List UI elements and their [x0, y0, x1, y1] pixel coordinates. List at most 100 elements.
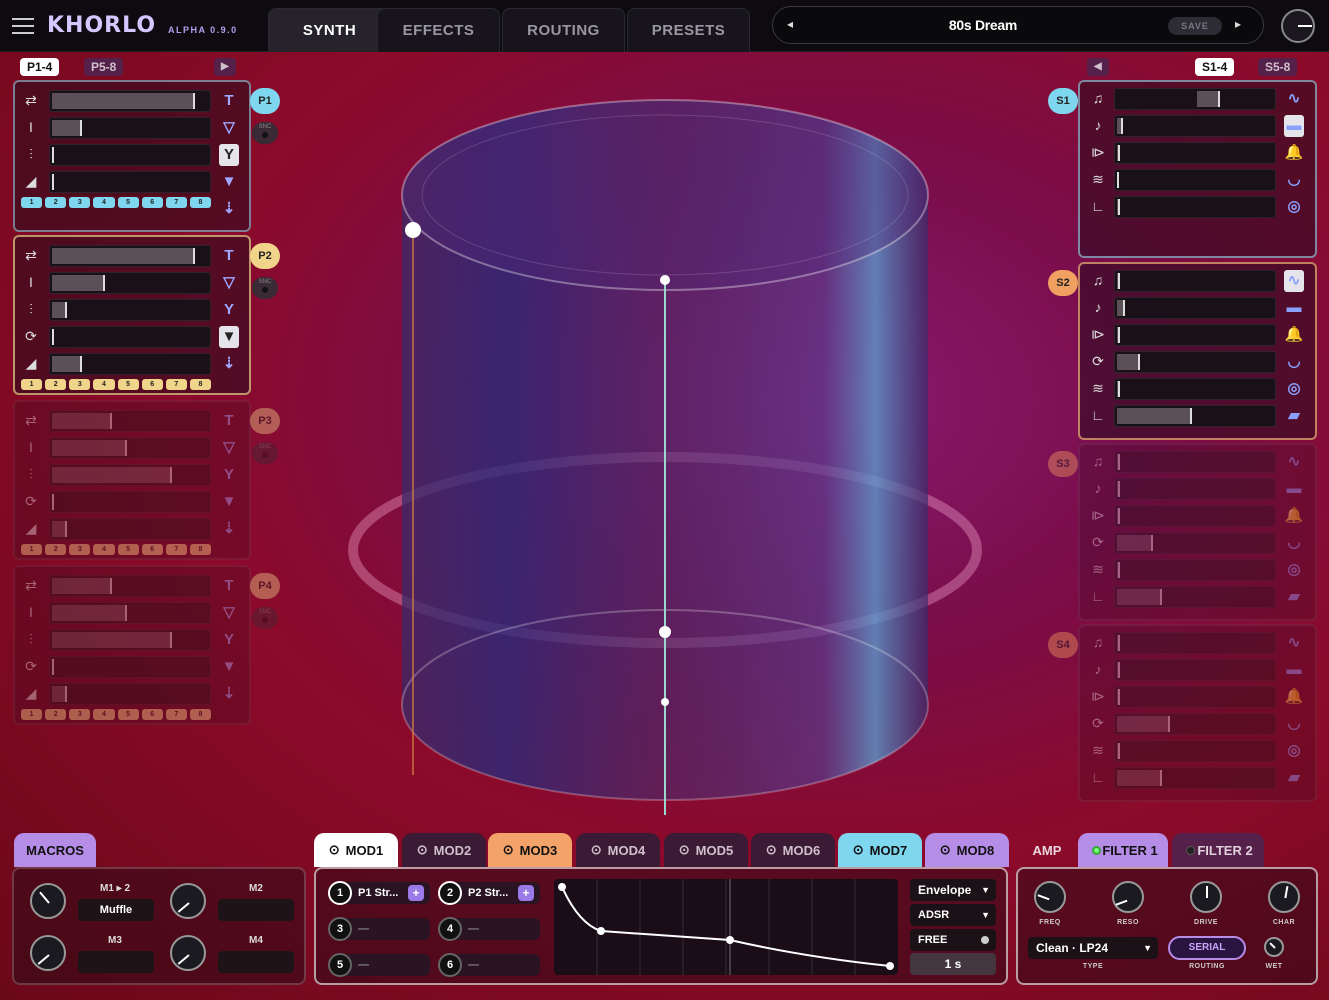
oscillator-marker[interactable]	[405, 222, 421, 238]
param-slider[interactable]	[49, 575, 211, 597]
param-slider[interactable]	[1114, 686, 1276, 708]
playback-mode-icon[interactable]: ▬	[1284, 478, 1304, 500]
sync-toggle[interactable]: SNC	[252, 277, 278, 299]
step-button[interactable]: 7	[165, 197, 187, 208]
step-button[interactable]: 7	[165, 709, 187, 720]
tab-mod-1[interactable]: ⊙ MOD1	[314, 833, 398, 867]
voice-mode-icon[interactable]: ⇣	[219, 198, 239, 220]
oscillator-badge[interactable]: P1	[250, 88, 280, 114]
mod-target-slot[interactable]: 3—	[328, 917, 430, 941]
voice-mode-icon[interactable]: ⇣	[219, 683, 239, 705]
param-slider[interactable]	[49, 245, 211, 267]
param-slider[interactable]	[1114, 324, 1276, 346]
filter-2-power-icon[interactable]	[1186, 846, 1195, 855]
prev-group-icon[interactable]: ◀	[1087, 58, 1109, 76]
param-slider[interactable]	[1114, 586, 1276, 608]
playback-mode-icon[interactable]: ∿	[1284, 451, 1304, 473]
drive-knob[interactable]	[1190, 881, 1222, 913]
add-target-icon[interactable]: +	[518, 885, 534, 901]
step-sequence[interactable]: 12345678	[21, 379, 211, 391]
tab-mod-5[interactable]: ⊙ MOD5	[664, 833, 748, 867]
param-slider[interactable]	[49, 491, 211, 513]
tab-mod-3[interactable]: ⊙ MOD3	[488, 833, 572, 867]
playback-mode-icon[interactable]: ▰	[1284, 405, 1304, 427]
playback-mode-icon[interactable]: ▰	[1284, 767, 1304, 789]
step-button[interactable]: 8	[189, 544, 211, 555]
sampler-badge[interactable]: S3	[1048, 451, 1078, 477]
macro-1-value[interactable]: Muffle	[78, 899, 154, 921]
macro-1-knob[interactable]	[30, 883, 66, 919]
playback-mode-icon[interactable]: ∿	[1284, 632, 1304, 654]
param-slider[interactable]	[1114, 297, 1276, 319]
step-button[interactable]: 5	[117, 709, 139, 720]
param-slider[interactable]	[49, 90, 211, 112]
param-slider[interactable]	[1114, 378, 1276, 400]
voice-mode-icon[interactable]: Y	[219, 464, 239, 486]
playback-mode-icon[interactable]: ◡	[1284, 532, 1304, 554]
step-button[interactable]: 2	[45, 197, 67, 208]
playback-mode-icon[interactable]: ▬	[1284, 297, 1304, 319]
param-slider[interactable]	[1114, 169, 1276, 191]
voice-mode-icon[interactable]: ▽	[219, 437, 239, 459]
mod-target-slot[interactable]: 1 P1 Str... +	[328, 881, 430, 905]
mod-time-field[interactable]: 1 s	[910, 953, 996, 975]
step-button[interactable]: 8	[189, 709, 211, 720]
oscillator-badge[interactable]: P4	[250, 573, 280, 599]
step-sequence[interactable]: 12345678	[21, 544, 211, 556]
menu-icon[interactable]	[12, 18, 34, 34]
playback-mode-icon[interactable]: ◡	[1284, 169, 1304, 191]
step-button[interactable]: 5	[117, 379, 139, 390]
param-slider[interactable]	[1114, 505, 1276, 527]
voice-mode-icon[interactable]: ⇣	[219, 518, 239, 540]
sync-toggle[interactable]: SNC	[252, 442, 278, 464]
tab-presets[interactable]: PRESETS	[627, 8, 750, 52]
step-button[interactable]: 5	[117, 544, 139, 555]
step-button[interactable]: 1	[21, 709, 43, 720]
tab-mod-4[interactable]: ⊙ MOD4	[576, 833, 660, 867]
step-button[interactable]: 4	[93, 544, 115, 555]
param-slider[interactable]	[1114, 767, 1276, 789]
step-button[interactable]: 3	[69, 197, 91, 208]
param-slider[interactable]	[1114, 740, 1276, 762]
next-preset-icon[interactable]: ▸	[1235, 17, 1241, 31]
filter-type-select[interactable]: Clean · LP24 ▼	[1028, 937, 1158, 959]
step-button[interactable]: 4	[93, 709, 115, 720]
param-slider[interactable]	[1114, 88, 1276, 110]
tab-mod-2[interactable]: ⊙ MOD2	[402, 833, 486, 867]
step-button[interactable]: 6	[141, 197, 163, 208]
mod-target-slot[interactable]: 4—	[438, 917, 540, 941]
param-slider[interactable]	[1114, 659, 1276, 681]
voice-mode-icon[interactable]: Y	[219, 629, 239, 651]
group-tab-p5-8[interactable]: P5-8	[84, 58, 124, 76]
param-slider[interactable]	[1114, 451, 1276, 473]
tab-mod-7[interactable]: ⊙ MOD7	[838, 833, 922, 867]
group-tab-s5-8[interactable]: S5-8	[1258, 58, 1298, 76]
param-slider[interactable]	[49, 353, 211, 375]
param-slider[interactable]	[1114, 713, 1276, 735]
mod-target-slot[interactable]: 2 P2 Str... +	[438, 881, 540, 905]
param-slider[interactable]	[49, 518, 211, 540]
step-button[interactable]: 1	[21, 544, 43, 555]
tab-mod-8[interactable]: ⊙ MOD8	[925, 833, 1009, 867]
param-slider[interactable]	[49, 437, 211, 459]
voice-mode-icon[interactable]: ▼	[219, 491, 239, 513]
step-button[interactable]: 1	[21, 197, 43, 208]
oscillator-badge[interactable]: P2	[250, 243, 280, 269]
param-slider[interactable]	[1114, 632, 1276, 654]
step-button[interactable]: 6	[141, 709, 163, 720]
mod-target-slot[interactable]: 5—	[328, 953, 430, 977]
voice-mode-icon[interactable]: T	[219, 90, 239, 112]
tab-mod-6[interactable]: ⊙ MOD6	[751, 833, 835, 867]
step-button[interactable]: 8	[189, 379, 211, 390]
filter-1-power-icon[interactable]	[1092, 846, 1101, 855]
macro-2-value[interactable]	[218, 899, 294, 921]
macro-4-value[interactable]	[218, 951, 294, 973]
playback-mode-icon[interactable]: ∿	[1284, 270, 1304, 292]
voice-mode-icon[interactable]: ▼	[219, 656, 239, 678]
step-button[interactable]: 3	[69, 709, 91, 720]
step-button[interactable]: 8	[189, 197, 211, 208]
macro-2-knob[interactable]	[170, 883, 206, 919]
routing-toggle[interactable]: SERIAL	[1168, 936, 1246, 960]
param-slider[interactable]	[49, 326, 211, 348]
mod-shape-select[interactable]: ADSR ▼	[910, 904, 996, 926]
